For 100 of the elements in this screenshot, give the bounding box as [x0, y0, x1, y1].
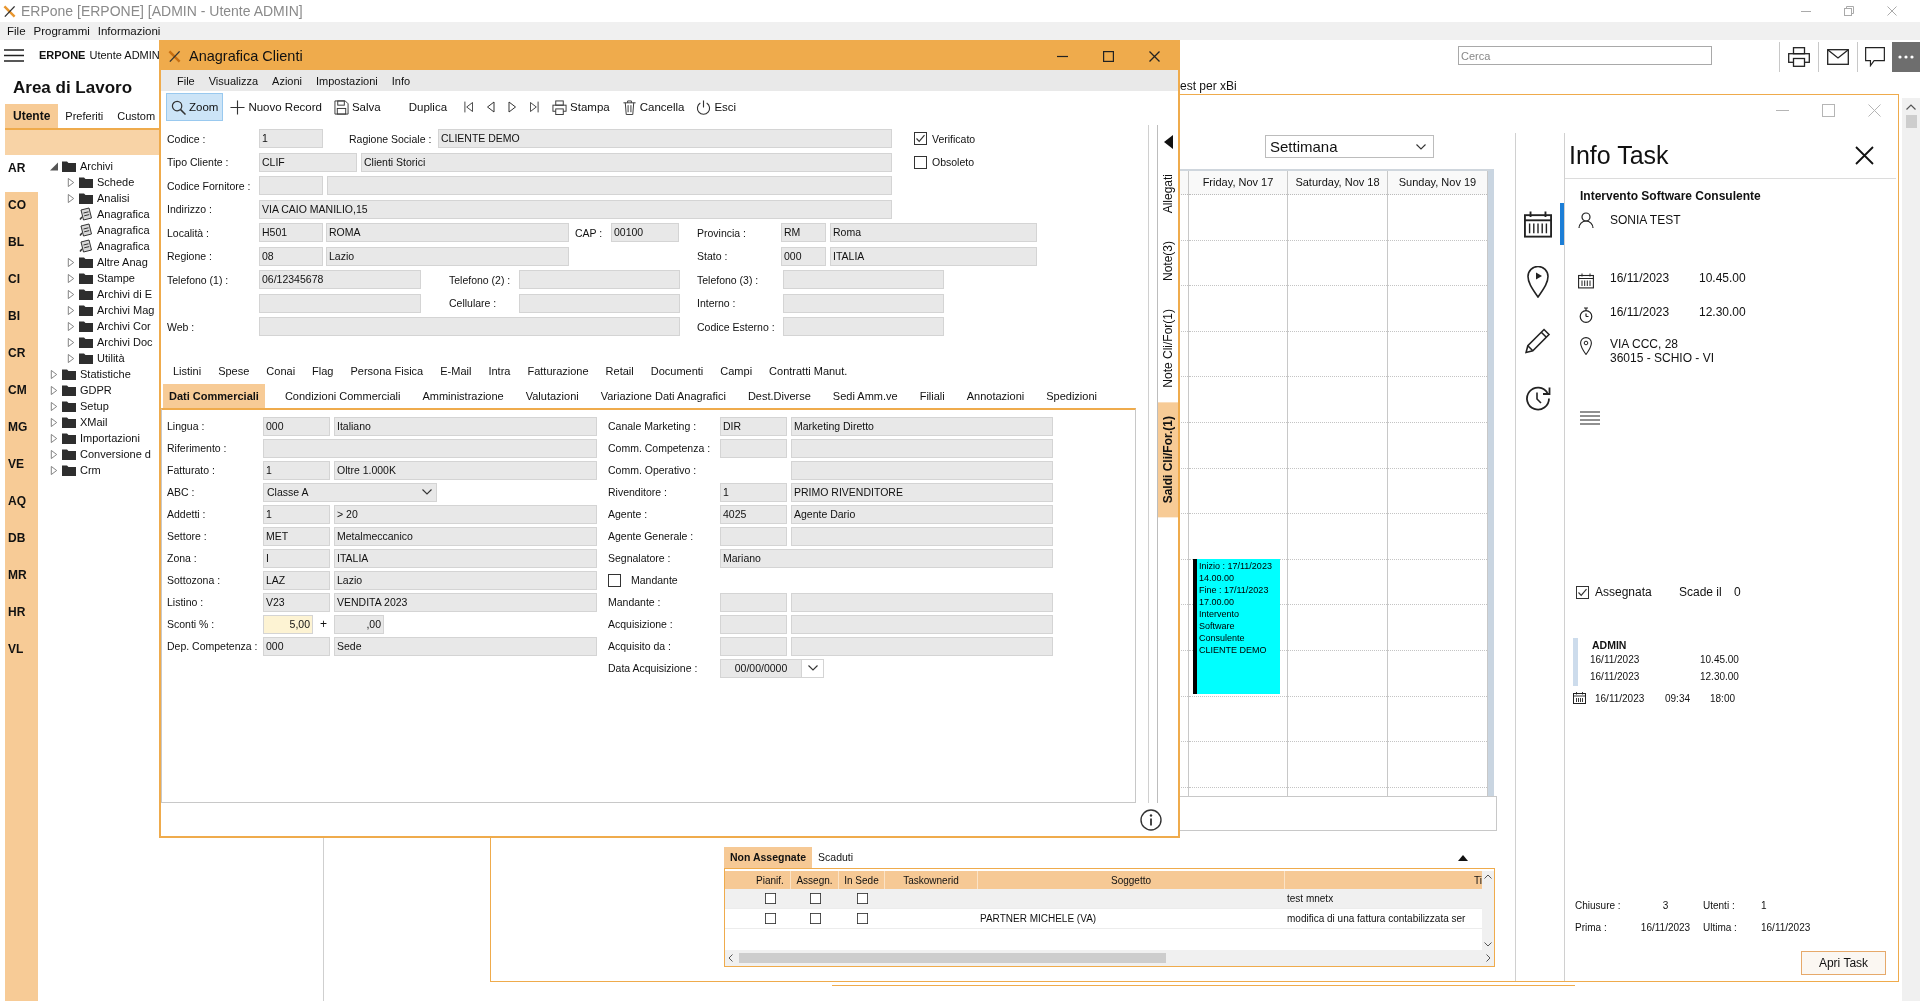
- tree-item[interactable]: Archivi Mag: [97, 304, 155, 316]
- menu-item[interactable]: Informazioni: [93, 25, 165, 37]
- caret-right-icon[interactable]: [50, 401, 58, 411]
- scroll-thumb[interactable]: [1905, 115, 1917, 128]
- tab[interactable]: Dati Commerciali: [163, 384, 265, 408]
- module-tab[interactable]: CI: [5, 266, 38, 303]
- tab[interactable]: Variazione Dati Anagrafici: [589, 384, 737, 408]
- text-field[interactable]: [519, 270, 680, 290]
- text-field[interactable]: PRIMO RIVENDITORE: [791, 482, 1053, 502]
- text-field[interactable]: Clienti Storici: [361, 152, 892, 172]
- caret-right-icon[interactable]: [67, 305, 75, 315]
- menu-item[interactable]: Azioni: [265, 74, 310, 87]
- tree-item[interactable]: Importazioni: [80, 432, 140, 444]
- caret-right-icon[interactable]: [67, 289, 75, 299]
- menu-item[interactable]: Info: [384, 74, 418, 87]
- tab[interactable]: Spedizioni: [1035, 384, 1108, 408]
- text-field[interactable]: MET: [263, 526, 330, 546]
- caret-right-icon[interactable]: [67, 321, 75, 331]
- caret-right-icon[interactable]: [50, 465, 58, 475]
- tab[interactable]: Scaduti: [812, 847, 860, 868]
- tab[interactable]: Filiali: [908, 384, 956, 408]
- tab[interactable]: Note(3): [1158, 227, 1178, 296]
- tab[interactable]: Condizioni Commerciali: [273, 384, 412, 408]
- close-icon[interactable]: [1855, 146, 1874, 165]
- text-field[interactable]: Agente Dario: [791, 504, 1053, 524]
- tree-item[interactable]: Anagrafica: [97, 240, 150, 252]
- chevron-left-icon[interactable]: [728, 954, 733, 963]
- tab[interactable]: Conai: [257, 362, 304, 379]
- text-field[interactable]: > 20: [334, 504, 597, 524]
- text-field[interactable]: [259, 293, 421, 313]
- text-field[interactable]: 5,00: [263, 614, 313, 634]
- module-tab[interactable]: BL: [5, 229, 38, 266]
- next-icon[interactable]: [508, 101, 518, 113]
- text-field[interactable]: [720, 438, 787, 458]
- close-icon[interactable]: [1149, 50, 1160, 62]
- text-field[interactable]: Marketing Diretto: [791, 416, 1053, 436]
- tab[interactable]: Sedi Amm.ve: [821, 384, 909, 408]
- text-field[interactable]: CLIF: [259, 152, 357, 172]
- print-button[interactable]: Stampa: [547, 93, 615, 121]
- menu-item[interactable]: Impostazioni: [309, 74, 385, 87]
- caret-right-icon[interactable]: [67, 193, 75, 203]
- text-field[interactable]: [791, 526, 1053, 546]
- text-field[interactable]: H501: [259, 223, 323, 243]
- text-field[interactable]: 1: [263, 460, 330, 480]
- tab[interactable]: Non Assegnate: [724, 847, 813, 868]
- tree-item[interactable]: Archivi Cor: [97, 320, 151, 332]
- caret-right-icon[interactable]: [67, 177, 75, 187]
- text-field[interactable]: [259, 317, 680, 337]
- date-field[interactable]: 00/00/0000: [720, 658, 824, 678]
- text-field[interactable]: Oltre 1.000K: [334, 460, 597, 480]
- module-tab[interactable]: CR: [5, 340, 38, 377]
- tab[interactable]: Listini: [164, 362, 210, 379]
- text-field[interactable]: DIR: [720, 416, 787, 436]
- text-field[interactable]: Mariano: [720, 548, 1053, 568]
- column-header[interactable]: Ti: [1285, 871, 1482, 889]
- delete-button[interactable]: Cancella: [616, 93, 690, 121]
- text-field[interactable]: VENDITA 2023: [334, 592, 597, 612]
- text-field[interactable]: 06/12345678: [259, 270, 421, 290]
- tab[interactable]: Amministrazione: [411, 384, 515, 408]
- module-tab[interactable]: CM: [5, 377, 38, 414]
- dropdown[interactable]: Classe A: [263, 482, 437, 502]
- menu-item[interactable]: Visualizza: [201, 74, 266, 87]
- text-field[interactable]: Lazio: [326, 246, 569, 266]
- open-task-button[interactable]: Apri Task: [1801, 951, 1886, 975]
- caret-down-icon[interactable]: [50, 161, 58, 171]
- text-field[interactable]: 000: [263, 416, 330, 436]
- tab[interactable]: Persona Fisica: [342, 362, 432, 379]
- checkbox[interactable]: [765, 913, 776, 924]
- text-field[interactable]: 4025: [720, 504, 787, 524]
- tab[interactable]: Allegati: [1158, 160, 1178, 228]
- text-field[interactable]: VIA CAIO MANILIO,15: [259, 199, 892, 219]
- tab[interactable]: Campi: [711, 362, 761, 379]
- checkbox[interactable]: [914, 132, 927, 146]
- new-record-button[interactable]: Nuovo Record: [225, 93, 327, 121]
- text-field[interactable]: I: [263, 548, 330, 568]
- tree-item[interactable]: Setup: [80, 400, 109, 412]
- duplicate-button[interactable]: Duplica: [403, 93, 453, 121]
- menu-icon[interactable]: [4, 48, 24, 62]
- tab[interactable]: Flag: [303, 362, 342, 379]
- caret-right-icon[interactable]: [50, 385, 58, 395]
- text-field[interactable]: Lazio: [334, 570, 597, 590]
- text-field[interactable]: 08: [259, 246, 323, 266]
- tree-item[interactable]: Archivi di E: [97, 288, 153, 300]
- tab[interactable]: Utente: [5, 104, 59, 128]
- tab[interactable]: Preferiti: [58, 104, 111, 128]
- menu-item[interactable]: File: [3, 25, 30, 37]
- checkbox[interactable]: [914, 155, 927, 169]
- save-button[interactable]: Salva: [328, 93, 386, 121]
- text-field[interactable]: [519, 293, 680, 313]
- text-field[interactable]: [720, 636, 787, 656]
- skip-to-end-icon[interactable]: [530, 101, 540, 113]
- text-field[interactable]: [327, 176, 892, 196]
- tab[interactable]: Spese: [209, 362, 258, 379]
- scroll-thumb[interactable]: [739, 953, 1166, 964]
- caret-right-icon[interactable]: [50, 449, 58, 459]
- tree-item[interactable]: XMail: [80, 416, 108, 428]
- text-field[interactable]: 000: [263, 636, 330, 656]
- tree-item[interactable]: Archivi: [80, 160, 113, 172]
- text-field[interactable]: ITALIA: [334, 548, 597, 568]
- tree-item[interactable]: Conversione d: [80, 448, 151, 460]
